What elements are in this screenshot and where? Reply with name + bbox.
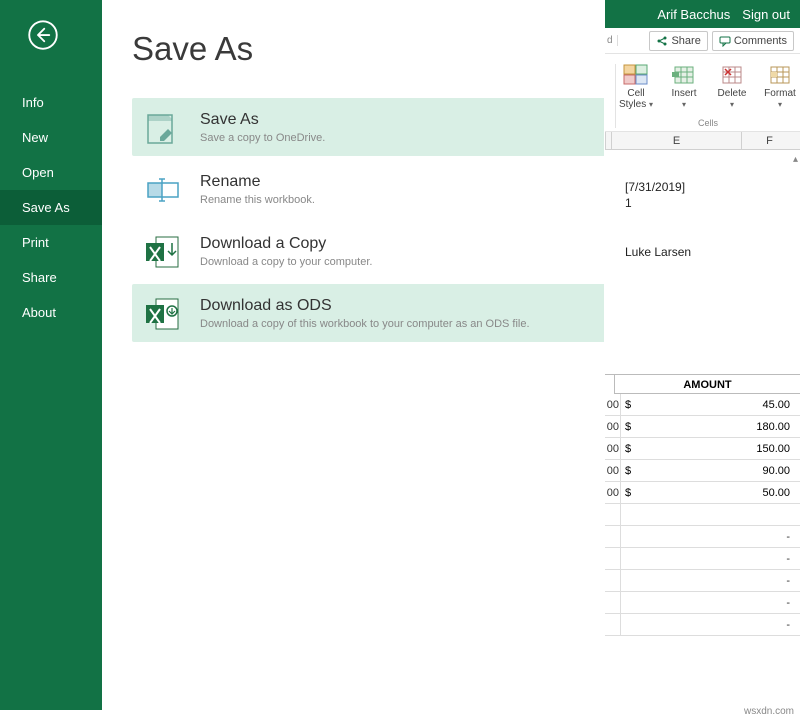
user-name[interactable]: Arif Bacchus [657,7,730,22]
insert-button[interactable]: Insert▾ [664,64,704,110]
cell-date[interactable]: [7/31/2019] [625,180,800,194]
share-button[interactable]: Share [649,31,707,51]
download-copy-icon [142,231,182,271]
amount-table: AMOUNT 00 $ 45.00 00 $ 180.00 00 $ 150.0… [605,374,800,636]
format-button[interactable]: Format▾ [760,64,800,110]
sidebar-item-save-as[interactable]: Save As [0,190,102,225]
sheet-body: [7/31/2019] 1 Luke Larsen [605,150,800,259]
option-desc: Download a copy of this workbook to your… [200,318,530,330]
sidebar-item-new[interactable]: New [0,120,102,155]
ribbon-quick-actions: d Share Comments [605,28,800,54]
sidebar-item-info[interactable]: Info [0,85,102,120]
delete-button[interactable]: Delete▾ [712,64,752,110]
spreadsheet-strip: E F ▴ [7/31/2019] 1 Luke Larsen AMOUNT 0… [605,132,800,692]
column-header-e[interactable]: E [611,132,741,149]
table-row[interactable]: 00 $ 180.00 [605,416,800,438]
download-ods-icon [142,293,182,333]
ribbon-left-edge: d [607,35,618,46]
sidebar-item-share[interactable]: Share [0,260,102,295]
table-row[interactable]: - [605,548,800,570]
ribbon-group-label: Cells [698,118,718,128]
sidebar-item-about[interactable]: About [0,295,102,330]
table-row[interactable]: 00 $ 150.00 [605,438,800,460]
sidebar-item-print[interactable]: Print [0,225,102,260]
table-row[interactable]: - [605,592,800,614]
sidebar-items: Info New Open Save As Print Share About [0,85,102,330]
save-as-icon [142,107,182,147]
option-desc: Rename this workbook. [200,194,315,206]
sign-out[interactable]: Sign out [742,7,790,22]
cell-styles-button[interactable]: Cell Styles ▾ [616,64,656,110]
table-row[interactable]: 00 $ 45.00 [605,394,800,416]
watermark: wsxdn.com [744,706,794,717]
amount-header: AMOUNT [615,375,800,394]
right-section: Arif Bacchus Sign out d Share Comments C… [604,0,800,710]
option-title: Download as ODS [200,297,530,315]
sidebar: Info New Open Save As Print Share About [0,0,102,710]
comments-button[interactable]: Comments [712,31,794,51]
table-row[interactable]: 00 $ 90.00 [605,460,800,482]
cell-name[interactable]: Luke Larsen [625,245,800,259]
option-title: Save As [200,111,325,129]
table-row[interactable]: - [605,570,800,592]
option-desc: Download a copy to your computer. [200,256,372,268]
option-title: Download a Copy [200,235,372,253]
column-header-f[interactable]: F [741,132,797,149]
scroll-up-icon[interactable]: ▴ [793,154,798,165]
column-headers: E F [605,132,800,150]
sidebar-item-open[interactable]: Open [0,155,102,190]
table-row[interactable]: - [605,614,800,636]
ribbon-tools: Cell Styles ▾ Insert▾ Delete▾ [605,54,800,132]
rename-icon [142,169,182,209]
table-row[interactable] [605,504,800,526]
option-desc: Save a copy to OneDrive. [200,132,325,144]
cell-number[interactable]: 1 [625,196,800,210]
table-row[interactable]: - [605,526,800,548]
titlebar: Arif Bacchus Sign out [605,0,800,28]
option-title: Rename [200,173,315,191]
back-arrow-icon[interactable] [28,20,58,50]
table-row[interactable]: 00 $ 50.00 [605,482,800,504]
